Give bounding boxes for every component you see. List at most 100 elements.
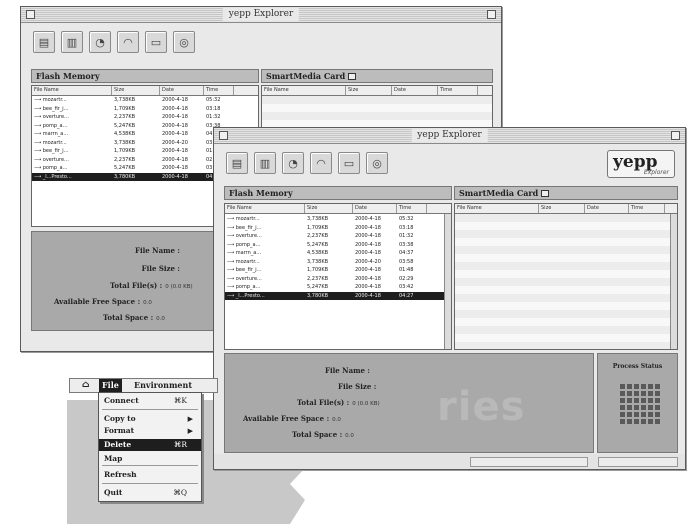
column-header-date[interactable]: Date [160, 86, 204, 95]
status-cell [627, 398, 632, 403]
column-header-name[interactable]: File Name [262, 86, 346, 95]
cell-time: 01:32 [206, 114, 221, 120]
flash-memory-label: Flash Memory [36, 71, 100, 81]
card-icon[interactable]: ▭ [338, 152, 360, 174]
cell-date: 2000-4-18 [355, 275, 381, 282]
column-header-size[interactable]: Size [539, 204, 585, 213]
total-files-value: 0 (0.0 KB) [352, 401, 380, 407]
titlebar[interactable]: yepp Explorer [214, 128, 685, 144]
table-row[interactable]: ⟶ pomp_a... 5,247KB 2000-4-18 03:42 [225, 283, 451, 292]
file-info-panel: ries File Name : File Size : Total File(… [224, 353, 594, 453]
status-field [470, 457, 588, 467]
column-header-time[interactable]: Time [204, 86, 234, 95]
menu-item-delete[interactable]: Delete ⌘R [99, 439, 201, 451]
folder-icon[interactable]: ▤ [33, 31, 55, 53]
close-box-icon[interactable] [219, 131, 228, 140]
column-header-size[interactable]: Size [112, 86, 160, 95]
menu-separator [102, 465, 198, 466]
table-row[interactable]: ⟶ mozartr... 3,738KB 2000-4-20 03:58 [225, 258, 451, 267]
settings-icon[interactable]: ◎ [173, 31, 195, 53]
status-cell [620, 384, 625, 389]
zoom-box-icon[interactable] [671, 131, 680, 140]
cell-name: ⟶ overture... [227, 233, 262, 239]
apple-menu-icon[interactable]: ⌂ [82, 380, 90, 390]
column-header-name[interactable]: File Name [32, 86, 112, 95]
column-header-date[interactable]: Date [585, 204, 629, 213]
trash-icon[interactable]: ▥ [61, 31, 83, 53]
download-icon[interactable]: ◠ [117, 31, 139, 53]
menu-environment[interactable]: Environment [134, 379, 192, 392]
total-files-row: Total File(s) : 0 (0.0 KB) [297, 398, 380, 407]
menu-item-quit[interactable]: Quit ⌘Q [99, 487, 201, 499]
cell-date: 2000-4-18 [355, 233, 381, 239]
menu-shortcut: ⌘K [173, 396, 187, 405]
file-size-row: File Size : [142, 264, 180, 273]
process-status-panel: Process Status [597, 353, 678, 453]
cell-name: ⟶ mozartr... [34, 139, 67, 146]
table-row[interactable]: ⟶ bee_fir_j... 1,709KB 2000-4-18 01:48 [225, 266, 451, 275]
close-box-icon[interactable] [26, 10, 35, 19]
menu-file[interactable]: File [99, 379, 122, 392]
cell-size: 2,237KB [114, 114, 136, 120]
menu-item-refresh[interactable]: Refresh [99, 469, 201, 481]
status-cell [648, 398, 653, 403]
table-row[interactable]: ⟶ _l...Presto... 3,780KB 2000-4-18 04:27 [225, 291, 451, 300]
table-row[interactable]: ⟶ mozartr... 3,738KB 2000-4-18 05:32 [225, 215, 451, 224]
column-header-name[interactable]: File Name [455, 204, 539, 213]
titlebar[interactable]: yepp Explorer [21, 7, 501, 23]
status-cell [634, 419, 639, 424]
settings-icon[interactable]: ◎ [366, 152, 388, 174]
cell-time: 03:18 [206, 105, 221, 112]
cell-name: ⟶ _l...Presto... [227, 292, 265, 299]
smartmedia-label: SmartMedia Card [459, 188, 539, 198]
zoom-box-icon[interactable] [487, 10, 496, 19]
cell-name: ⟶ pomp_a... [227, 284, 261, 290]
table-row[interactable]: ⟶ overture... 2,237KB 2000-4-18 01:32 [32, 113, 258, 122]
free-space-label: Available Free Space : [243, 414, 330, 423]
free-space-row: Available Free Space : 0.0 [243, 414, 341, 423]
table-row[interactable]: ⟶ mozartr... 3,738KB 2000-4-18 05:32 [32, 96, 258, 105]
toolbar: ▤ ▥ ◔ ◠ ▭ ◎ yepp Explorer [214, 144, 685, 184]
column-header-date[interactable]: Date [392, 86, 438, 95]
folder-icon[interactable]: ▤ [226, 152, 248, 174]
column-header-time[interactable]: Time [397, 204, 427, 213]
column-header-size[interactable]: Size [346, 86, 392, 95]
upload-icon[interactable]: ◔ [89, 31, 111, 53]
menu-item-connect[interactable]: Connect ⌘K [99, 395, 201, 407]
column-header-size[interactable]: Size [305, 204, 353, 213]
column-header-time[interactable]: Time [629, 204, 665, 213]
vertical-scrollbar[interactable] [670, 214, 677, 349]
menu-item-copy-to[interactable]: Copy to ▶ [99, 413, 201, 425]
menu-item-format[interactable]: Format ▶ [99, 425, 201, 437]
status-field [598, 457, 678, 467]
table-row[interactable]: ⟶ overture... 2,237KB 2000-4-18 01:32 [225, 232, 451, 241]
trash-icon[interactable]: ▥ [254, 152, 276, 174]
table-row[interactable]: ⟶ overture... 2,237KB 2000-4-18 02:29 [225, 275, 451, 284]
card-icon[interactable]: ▭ [145, 31, 167, 53]
cell-size: 3,738KB [114, 97, 136, 103]
vertical-scrollbar[interactable] [444, 214, 451, 349]
upload-icon[interactable]: ◔ [282, 152, 304, 174]
download-icon[interactable]: ◠ [310, 152, 332, 174]
table-row[interactable]: ⟶ pomp_a... 5,247KB 2000-4-18 03:38 [225, 241, 451, 250]
card-indicator-icon [541, 190, 550, 197]
menu-item-label: Map [104, 454, 123, 463]
column-header-time[interactable]: Time [438, 86, 478, 95]
flash-file-list[interactable]: File Name Size Date Time ⟶ mozartr... 3,7… [224, 203, 452, 350]
column-header-date[interactable]: Date [353, 204, 397, 213]
cell-size: 4,538KB [307, 250, 329, 256]
cell-name: ⟶ pomp_a... [227, 241, 261, 248]
column-header-name[interactable]: File Name [225, 204, 305, 213]
table-row[interactable]: ⟶ marrn_a... 4,538KB 2000-4-18 04:37 [225, 249, 451, 258]
table-row[interactable]: ⟶ bee_fir_j... 1,709KB 2000-4-18 03:18 [225, 224, 451, 233]
cell-date: 2000-4-18 [162, 122, 188, 129]
cell-size: 3,738KB [307, 216, 329, 222]
cell-size: 5,247KB [307, 284, 329, 290]
table-row[interactable]: ⟶ bee_fir_j... 1,709KB 2000-4-18 03:18 [32, 105, 258, 114]
status-cell [634, 391, 639, 396]
cell-date: 2000-4-18 [355, 224, 381, 231]
smartmedia-file-list[interactable]: File Name Size Date Time [454, 203, 678, 350]
status-cell [620, 419, 625, 424]
menu-item-map[interactable]: Map [99, 453, 201, 465]
smartmedia-header: SmartMedia Card [261, 69, 493, 83]
